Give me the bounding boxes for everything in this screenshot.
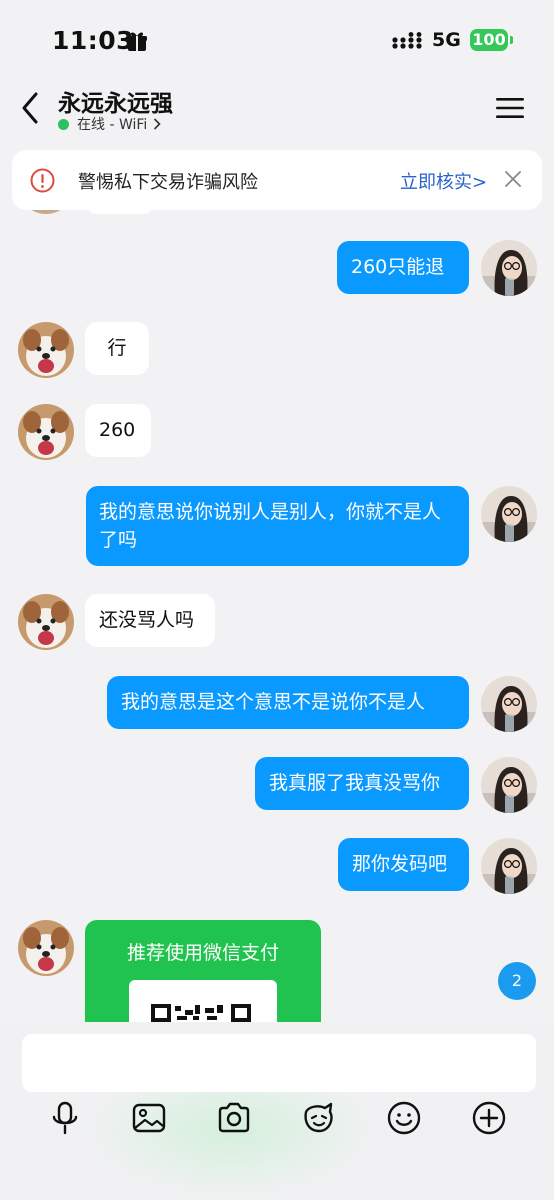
contact-avatar[interactable] xyxy=(18,322,74,378)
my-avatar-image xyxy=(481,676,537,732)
my-avatar-image xyxy=(481,838,537,894)
online-status[interactable]: 在线 - WiFi xyxy=(58,114,161,134)
plus-icon[interactable] xyxy=(471,1100,507,1136)
battery-level: 100 xyxy=(470,29,508,51)
dog-avatar-image xyxy=(18,594,74,650)
image-icon[interactable] xyxy=(131,1100,167,1136)
dog-avatar-image xyxy=(18,404,74,460)
back-chevron-icon[interactable] xyxy=(16,90,46,126)
close-icon[interactable] xyxy=(504,170,522,188)
message-bubble[interactable]: 我的意思说你说别人是别人，你就不是人了吗 xyxy=(86,486,469,566)
fraud-warning-banner: 警惕私下交易诈骗风险 立即核实> xyxy=(12,150,542,210)
microphone-icon[interactable] xyxy=(47,1100,83,1136)
contact-name[interactable]: 永远永远强 xyxy=(58,84,173,118)
unread-count-badge[interactable]: 2 xyxy=(498,962,536,1000)
payment-card-title: 推荐使用微信支付 xyxy=(126,942,279,964)
my-avatar-image xyxy=(481,240,537,296)
menu-icon[interactable] xyxy=(496,96,524,120)
contact-avatar[interactable] xyxy=(18,404,74,460)
online-dot-icon xyxy=(58,118,69,130)
contact-avatar[interactable] xyxy=(18,920,74,976)
payment-qr-card[interactable]: 推荐使用微信支付 xyxy=(85,920,321,1022)
my-avatar-image xyxy=(481,486,537,542)
message-bubble[interactable] xyxy=(85,210,155,214)
my-avatar[interactable] xyxy=(481,486,537,542)
dog-avatar-image xyxy=(18,322,74,378)
qr-code[interactable] xyxy=(129,980,277,1022)
my-avatar[interactable] xyxy=(481,240,537,296)
message-bubble[interactable]: 我的意思是这个意思不是说你不是人 xyxy=(107,676,469,729)
status-bar: 11:03 5G 100 xyxy=(0,0,554,80)
message-bubble[interactable]: 260 xyxy=(85,404,151,457)
online-status-label: 在线 - WiFi xyxy=(77,117,148,133)
verify-now-link[interactable]: 立即核实> xyxy=(400,168,487,194)
my-avatar[interactable] xyxy=(481,676,537,732)
my-avatar[interactable] xyxy=(481,838,537,894)
my-avatar[interactable] xyxy=(481,757,537,813)
contact-avatar[interactable] xyxy=(18,594,74,650)
signal-dots-icon xyxy=(392,32,422,49)
message-bubble[interactable]: 260只能退 xyxy=(337,241,469,294)
chevron-right-icon xyxy=(154,118,161,130)
sticker-icon[interactable] xyxy=(301,1100,337,1136)
contact-avatar[interactable] xyxy=(18,210,74,214)
alert-circle-icon xyxy=(30,168,55,193)
warning-text: 警惕私下交易诈骗风险 xyxy=(78,172,258,193)
camera-icon[interactable] xyxy=(216,1100,252,1136)
message-bubble[interactable]: 那你发码吧 xyxy=(338,838,469,891)
message-bubble[interactable]: 还没骂人吗 xyxy=(85,594,215,647)
message-bubble[interactable]: 我真服了我真没骂你 xyxy=(255,757,469,810)
dog-avatar-image xyxy=(18,920,74,976)
battery-tip xyxy=(510,36,513,44)
message-bubble[interactable]: 行 xyxy=(85,322,149,375)
chat-header: 永远永远强 在线 - WiFi xyxy=(0,80,554,136)
gift-icon xyxy=(127,32,147,51)
qr-code-pattern xyxy=(151,1004,251,1022)
message-input[interactable] xyxy=(22,1034,536,1092)
emoji-icon[interactable] xyxy=(386,1100,422,1136)
network-type: 5G xyxy=(432,29,461,51)
message-list[interactable]: 260只能退 行 260 我的意思说你说别人是别人，你就不是人了吗 还没骂人吗 … xyxy=(0,210,554,1022)
my-avatar-image xyxy=(481,757,537,813)
status-time: 11:03 xyxy=(52,26,135,55)
